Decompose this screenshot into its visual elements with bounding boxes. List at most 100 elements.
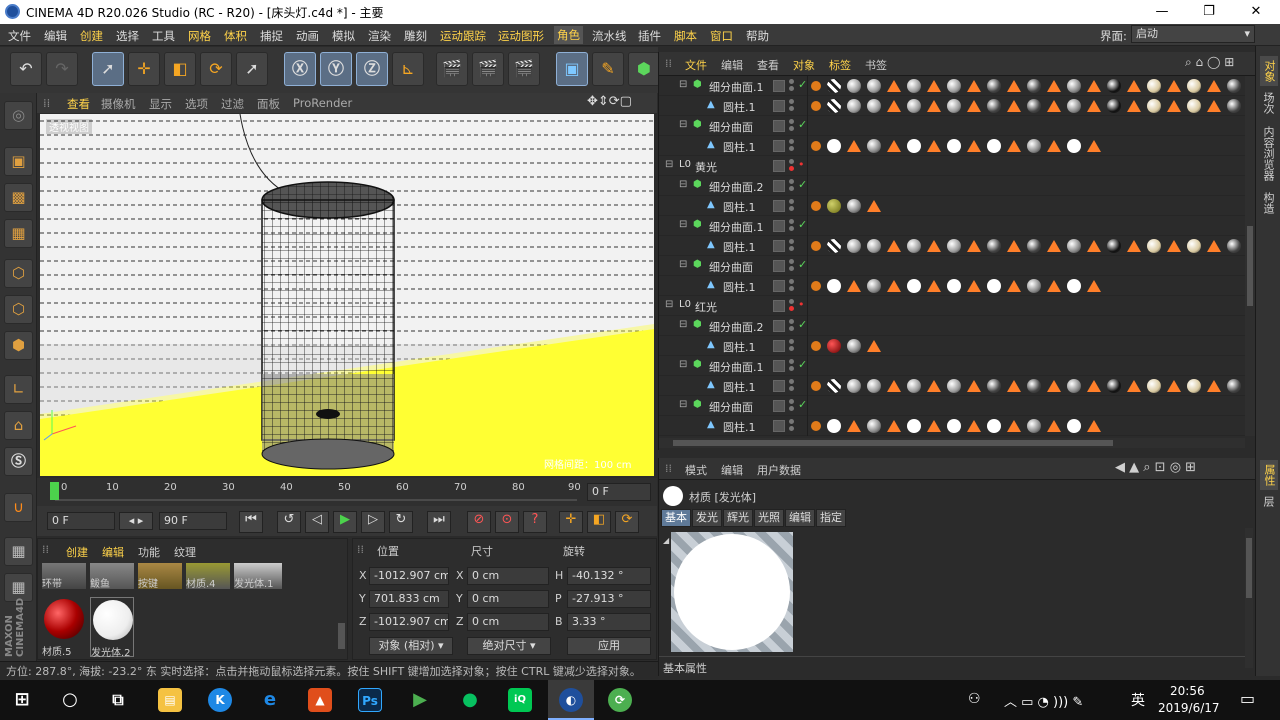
material-tag-icon[interactable] bbox=[1187, 79, 1201, 93]
keyframe-selection-button[interactable]: ? bbox=[523, 511, 547, 533]
material-tag-icon[interactable] bbox=[1187, 239, 1201, 253]
visibility-dots[interactable] bbox=[789, 359, 795, 373]
phong-tag-icon[interactable] bbox=[1087, 240, 1101, 252]
material-tag-icon[interactable] bbox=[1067, 379, 1081, 393]
viewport-menu-panel[interactable]: 面板 bbox=[257, 96, 280, 112]
go-to-start-button[interactable]: ⏮ bbox=[239, 511, 263, 533]
phong-tag-icon[interactable] bbox=[927, 280, 941, 292]
material-tag-icon[interactable] bbox=[907, 239, 921, 253]
texture-mode-button[interactable]: ▩ bbox=[4, 183, 33, 212]
tab-glow[interactable]: 辉光 bbox=[723, 509, 753, 527]
material-tag-icon[interactable] bbox=[987, 279, 1001, 293]
phong-tag-icon[interactable] bbox=[1007, 140, 1021, 152]
material-tag-icon[interactable] bbox=[947, 379, 961, 393]
material-tag-icon[interactable] bbox=[1027, 379, 1041, 393]
object-name[interactable]: 细分曲面 bbox=[709, 259, 753, 275]
disabled-dot-icon[interactable]: • bbox=[798, 158, 805, 171]
task-view-icon[interactable]: ⧉ bbox=[106, 688, 130, 712]
previous-frame-button[interactable]: ◁ bbox=[305, 511, 329, 533]
pen-button[interactable]: ✎ bbox=[592, 52, 624, 86]
visibility-dots[interactable] bbox=[789, 199, 795, 213]
material-tag-icon[interactable] bbox=[947, 419, 961, 433]
object-row-null[interactable]: ⊟ L0 红光 • bbox=[659, 296, 1245, 316]
menu-snap[interactable]: 捕捉 bbox=[260, 28, 283, 44]
layer-toggle[interactable] bbox=[773, 360, 785, 372]
material-menu-create[interactable]: 创建 bbox=[66, 544, 88, 560]
material-menu-edit[interactable]: 编辑 bbox=[102, 544, 124, 560]
visibility-dots[interactable] bbox=[789, 219, 795, 233]
phong-tag-icon[interactable] bbox=[927, 80, 941, 92]
phong-tag-icon[interactable] bbox=[1007, 80, 1021, 92]
recent-tool-button[interactable]: ➚ bbox=[236, 52, 268, 86]
texture-tag-icon[interactable] bbox=[811, 101, 821, 111]
material-swatch[interactable]: 环带 bbox=[42, 563, 86, 590]
object-row[interactable]: ⊟ ⬢ 细分曲面.1 ✓ bbox=[659, 356, 1245, 376]
play-button[interactable]: ▶ bbox=[333, 511, 357, 533]
object-menu-bookmarks[interactable]: 书签 bbox=[865, 57, 887, 73]
phong-tag-icon[interactable] bbox=[1167, 100, 1181, 112]
phong-tag-icon[interactable] bbox=[1167, 80, 1181, 92]
texture-tag-icon[interactable] bbox=[811, 381, 821, 391]
key-rotation-button[interactable]: ⟳ bbox=[615, 511, 639, 533]
material-tag-icon[interactable] bbox=[847, 379, 861, 393]
tab-attributes[interactable]: 属性 bbox=[1260, 460, 1278, 490]
phong-tag-icon[interactable] bbox=[1047, 140, 1061, 152]
enabled-check-icon[interactable]: ✓ bbox=[798, 398, 807, 411]
layer-toggle[interactable] bbox=[773, 300, 785, 312]
layer-toggle[interactable] bbox=[773, 160, 785, 172]
attribute-menu-edit[interactable]: 编辑 bbox=[721, 462, 743, 478]
phong-tag-icon[interactable] bbox=[967, 240, 981, 252]
texture-tag-icon[interactable] bbox=[811, 141, 821, 151]
subdivision-button[interactable]: ⬢ bbox=[628, 52, 660, 86]
phong-tag-icon[interactable] bbox=[1007, 380, 1021, 392]
enabled-check-icon[interactable]: ✓ bbox=[798, 318, 807, 331]
material-swatch[interactable]: 材质.4 bbox=[186, 563, 230, 590]
app-orange-icon[interactable]: ▲ bbox=[308, 688, 332, 712]
playhead[interactable] bbox=[50, 482, 59, 500]
viewport-nav-icons[interactable]: ✥⇕⟳▢ bbox=[587, 94, 632, 109]
object-name[interactable]: 黄光 bbox=[695, 159, 717, 175]
redo-button[interactable]: ↷ bbox=[46, 52, 78, 86]
people-icon[interactable]: ⚇ bbox=[968, 691, 981, 707]
object-menu-edit[interactable]: 编辑 bbox=[721, 57, 743, 73]
object-row[interactable]: ▲ 圆柱.1 bbox=[659, 136, 1245, 156]
render-settings-button[interactable]: 🎬 bbox=[508, 52, 540, 86]
start-frame-field[interactable]: 0 F bbox=[47, 512, 115, 530]
material-tag-icon[interactable] bbox=[1107, 79, 1121, 93]
next-frame-button[interactable]: ▷ bbox=[361, 511, 385, 533]
object-name[interactable]: 细分曲面 bbox=[709, 119, 753, 135]
object-row[interactable]: ⊟ ⬢ 细分曲面.2 ✓ bbox=[659, 176, 1245, 196]
file-explorer-icon[interactable]: ▤ bbox=[158, 688, 182, 712]
object-menu-tags[interactable]: 标签 bbox=[829, 57, 851, 73]
end-frame-field[interactable]: 90 F bbox=[159, 512, 227, 530]
pos-y-field[interactable]: 701.833 cm bbox=[369, 590, 449, 608]
material-tag-icon[interactable] bbox=[907, 419, 921, 433]
enabled-check-icon[interactable]: ✓ bbox=[798, 258, 807, 271]
tree-expander-icon[interactable]: ⊟ bbox=[679, 319, 687, 330]
tab-takes[interactable]: 场次 bbox=[1260, 92, 1276, 114]
viewport-menu-prorender[interactable]: ProRender bbox=[293, 96, 352, 110]
collapse-triangle-icon[interactable]: ◢ bbox=[663, 536, 669, 545]
object-name[interactable]: 圆柱.1 bbox=[723, 199, 756, 215]
render-picture-viewer-button[interactable]: 🎬 bbox=[472, 52, 504, 86]
material-tag-icon[interactable] bbox=[1027, 139, 1041, 153]
phong-tag-icon[interactable] bbox=[847, 140, 861, 152]
menu-sculpt[interactable]: 雕刻 bbox=[404, 28, 427, 44]
layer-toggle[interactable] bbox=[773, 240, 785, 252]
material-tag-icon[interactable] bbox=[987, 79, 1001, 93]
video-player-icon[interactable]: ▶ bbox=[408, 688, 432, 712]
tab-structure[interactable]: 构造 bbox=[1260, 192, 1276, 214]
iqiyi-icon[interactable]: iQ bbox=[508, 688, 532, 712]
object-row[interactable]: ▲ 圆柱.1 bbox=[659, 276, 1245, 296]
material-tag-icon[interactable] bbox=[1067, 99, 1081, 113]
visibility-dots[interactable] bbox=[789, 159, 795, 173]
key-scale-button[interactable]: ◧ bbox=[587, 511, 611, 533]
size-z-field[interactable]: 0 cm bbox=[467, 613, 549, 631]
material-tag-icon[interactable] bbox=[1147, 239, 1161, 253]
material-tag-icon[interactable] bbox=[987, 239, 1001, 253]
viewport-menu-filter[interactable]: 过滤 bbox=[221, 96, 244, 112]
material-tag-icon[interactable] bbox=[1067, 419, 1081, 433]
object-menu-view[interactable]: 查看 bbox=[757, 57, 779, 73]
enabled-check-icon[interactable]: ✓ bbox=[798, 358, 807, 371]
visibility-dots[interactable] bbox=[789, 399, 795, 413]
